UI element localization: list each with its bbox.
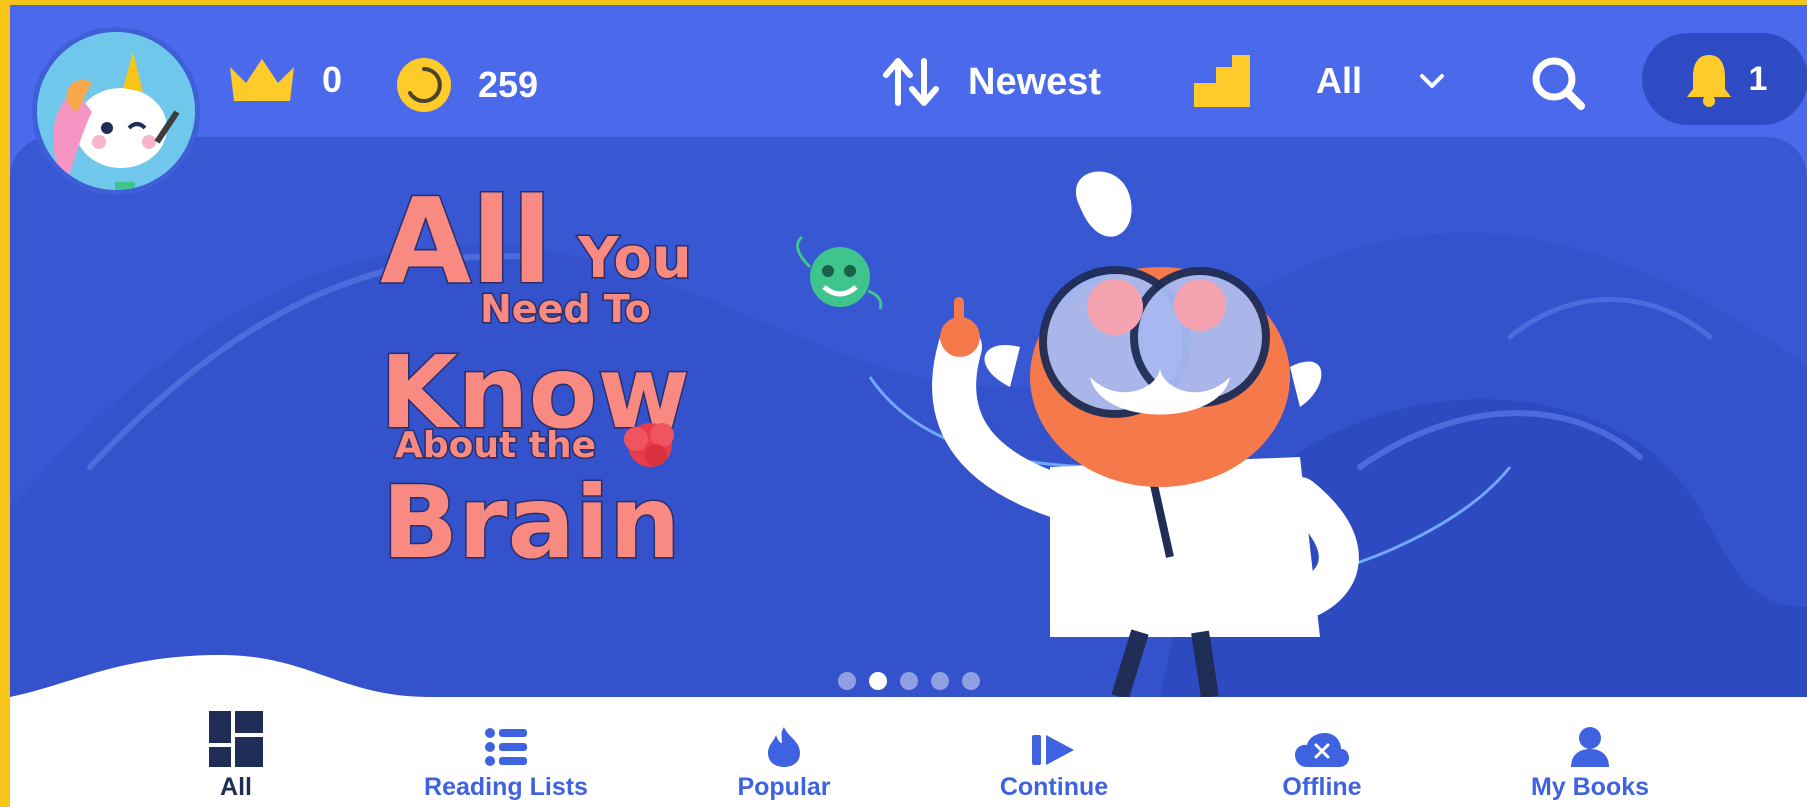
bell-icon: [1686, 55, 1731, 107]
nav-item-popular[interactable]: Popular: [664, 705, 904, 802]
sort-button[interactable]: Newest: [882, 57, 1101, 107]
svg-text:Need To: Need To: [480, 287, 651, 331]
svg-text:You: You: [577, 226, 692, 291]
play-next-icon: [1032, 735, 1074, 765]
grid-icon: [209, 711, 263, 767]
coin-icon: [397, 58, 451, 112]
banner-artwork: All You Need To Know About the Brain: [10, 171, 1807, 697]
nav-item-reading-lists[interactable]: Reading Lists: [386, 705, 626, 802]
level-filter-dropdown[interactable]: All: [1192, 53, 1446, 109]
nav-label-all: All: [220, 773, 252, 801]
search-icon: [1532, 57, 1585, 110]
notifications-count: 1: [1748, 59, 1768, 98]
notifications-button[interactable]: 1: [1642, 33, 1807, 125]
level-stairs-icon: [1194, 55, 1250, 107]
user-icon: [1571, 727, 1609, 767]
crowns-counter: 0: [228, 57, 342, 103]
nav-label-reading-lists: Reading Lists: [424, 773, 588, 801]
svg-text:Brain: Brain: [382, 464, 681, 581]
nav-label-offline: Offline: [1282, 773, 1362, 801]
coins-counter: 259: [396, 57, 538, 113]
sort-label: Newest: [968, 60, 1102, 103]
search-button[interactable]: [1530, 55, 1586, 116]
nav-item-my-books[interactable]: My Books: [1470, 705, 1710, 802]
cloud-off-icon: [1295, 733, 1349, 767]
profile-avatar[interactable]: [32, 27, 200, 195]
crown-icon: [230, 59, 294, 101]
list-icon: [485, 728, 527, 766]
nav-label-my-books: My Books: [1530, 773, 1650, 801]
nav-label-continue: Continue: [999, 773, 1109, 801]
featured-banner[interactable]: All You Need To Know About the Brain: [10, 137, 1807, 697]
bottom-navigation: All Reading Lists Popular Continue Offli…: [10, 697, 1807, 807]
coins-value: 259: [478, 64, 539, 105]
nav-label-popular: Popular: [737, 773, 831, 801]
fire-icon: [768, 727, 800, 767]
unicorn-avatar-icon: [37, 32, 195, 190]
nav-item-all[interactable]: All: [116, 705, 356, 802]
top-bar: 0 259 Newest All 1: [10, 5, 1807, 195]
svg-text:About the: About the: [395, 425, 596, 466]
sort-arrows-icon: [883, 58, 939, 106]
level-filter-label: All: [1316, 60, 1363, 101]
crowns-value: 0: [322, 59, 343, 100]
nav-item-offline[interactable]: Offline: [1202, 705, 1442, 802]
chevron-down-icon: [1420, 74, 1445, 88]
app-window: All You Need To Know About the Brain 0 2…: [10, 5, 1807, 807]
nav-item-continue[interactable]: Continue: [934, 705, 1174, 802]
